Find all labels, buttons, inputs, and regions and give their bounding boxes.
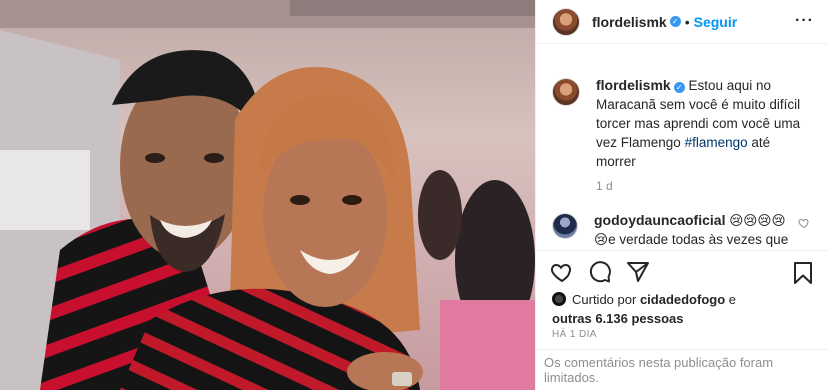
comments-limited-notice: Os comentários nesta publicação foram li… [536,349,828,390]
comment-like-heart-icon[interactable] [798,217,810,229]
liked-by-prefix: Curtido por [572,292,637,307]
commenter-username[interactable]: godoydauncaoficial [594,212,725,228]
comment-icon[interactable] [588,260,612,284]
bookmark-icon[interactable] [792,261,814,285]
action-bar [536,250,828,292]
liker-avatar[interactable] [552,292,566,306]
comment-text: godoydauncaoficial 😢😢😢😢 😢e verdade todas… [594,211,792,249]
heart-icon[interactable] [550,260,574,284]
author-avatar[interactable] [552,7,580,36]
instagram-post: flordelismk ✓ • Seguir ··· flordelismk ✓ … [0,0,828,390]
caption-text: flordelismk ✓ Estou aqui no Maracanã sem … [596,76,812,171]
caption-avatar[interactable] [552,78,580,106]
post-timestamp[interactable]: HÁ 1 DIA [552,329,597,340]
separator-dot: • [684,13,690,30]
caption-username[interactable]: flordelismk [596,77,671,93]
comment-body: e verdade todas às vezes que vi foto de … [608,232,789,247]
verified-badge-icon: ✓ [673,82,685,93]
likes-count-link[interactable]: outras 6.136 pessoas [552,311,684,326]
more-options-icon[interactable]: ··· [795,12,814,30]
likes-summary: Curtido por cidadedofogo e outras 6.136 … [552,290,818,328]
comment-emoji: 😢 [594,232,609,247]
post-header: flordelismk ✓ • Seguir ··· [536,0,828,44]
hashtag-link[interactable]: #flamengo [685,135,748,150]
post-sidebar: flordelismk ✓ • Seguir ··· flordelismk ✓ … [535,0,828,390]
liked-by-joiner: e [728,292,737,307]
comments-area: flordelismk ✓ Estou aqui no Maracanã sem … [536,44,828,249]
verified-badge-icon: ✓ [669,16,681,27]
commenter-avatar[interactable] [552,213,578,239]
share-icon[interactable] [626,260,650,284]
follow-button[interactable]: Seguir [694,14,738,30]
liker-username[interactable]: cidadedofogo [640,292,725,307]
author-username[interactable]: flordelismk [592,14,667,30]
selfie-illustration [0,0,535,390]
comment-row: godoydauncaoficial 😢😢😢😢 😢e verdade todas… [536,211,828,249]
post-photo[interactable] [0,0,535,390]
comment-emojis: 😢😢😢😢 [729,213,786,228]
caption-row: flordelismk ✓ Estou aqui no Maracanã sem … [536,76,828,193]
caption-age: 1 d [596,179,613,193]
